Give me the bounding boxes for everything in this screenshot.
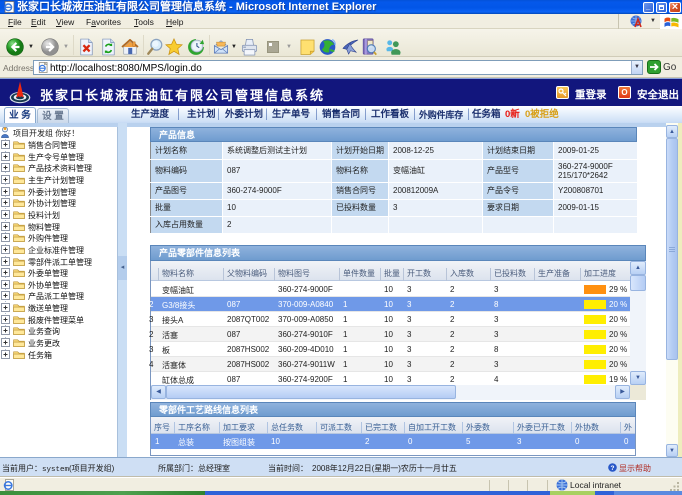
svg-text:?: ? bbox=[611, 465, 615, 472]
